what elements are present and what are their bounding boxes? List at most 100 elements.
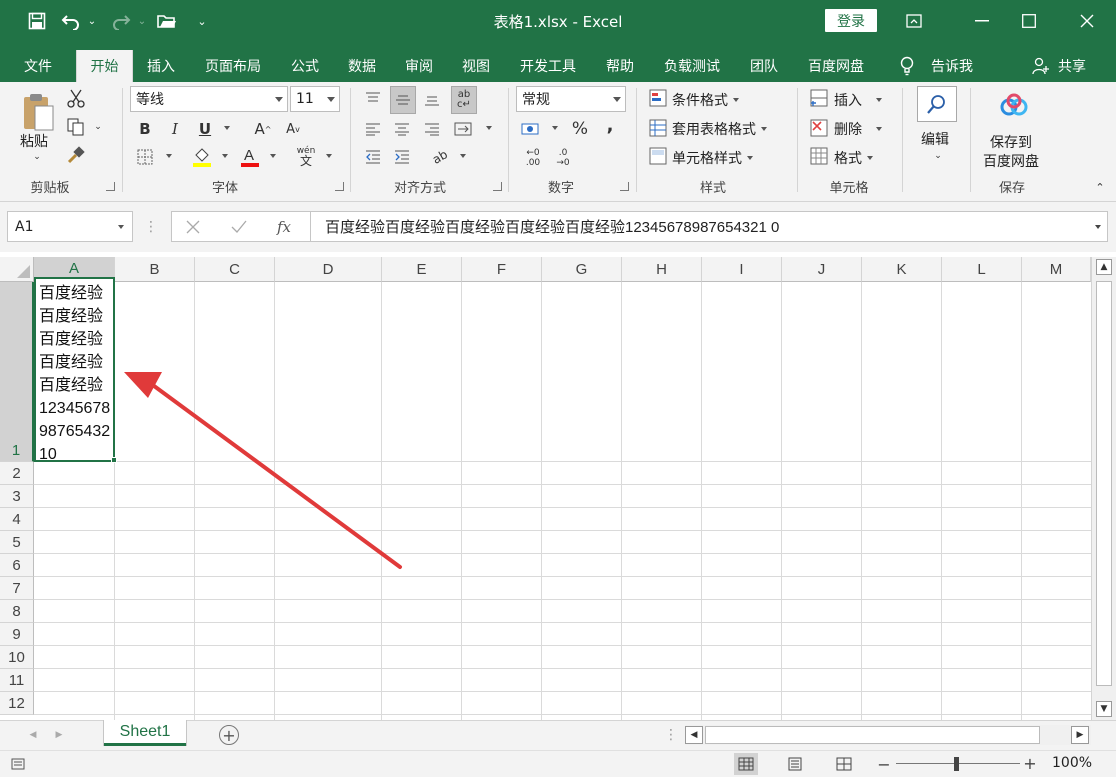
worksheet-grid[interactable]: A B C D E F G H I J K L M 1 2 3 4 5 6 7 … [0, 252, 1116, 720]
collapse-ribbon-icon[interactable]: ⌃ [1092, 180, 1108, 194]
font-launcher-icon[interactable] [335, 182, 344, 191]
horizontal-scrollbar[interactable]: ◀ ▶ [685, 725, 1091, 745]
align-center-icon[interactable] [390, 118, 414, 140]
scroll-down-icon[interactable]: ▼ [1096, 701, 1112, 717]
copy-dropdown-icon[interactable]: ⌄ [92, 122, 104, 132]
delete-cells-icon[interactable] [808, 118, 830, 138]
tab-data[interactable]: 数据 [338, 50, 386, 82]
paste-icon[interactable] [18, 90, 58, 134]
next-sheet-icon[interactable]: ▶ [52, 728, 66, 742]
prev-sheet-icon[interactable]: ◀ [26, 728, 40, 742]
merge-center-icon[interactable] [451, 118, 475, 140]
wrap-text-icon[interactable]: ab c↵ [451, 86, 477, 114]
cancel-entry-icon[interactable] [182, 217, 204, 237]
tab-developer[interactable]: 开发工具 [511, 50, 585, 82]
tab-formulas[interactable]: 公式 [281, 50, 329, 82]
align-left-icon[interactable] [361, 118, 385, 140]
orientation-icon[interactable]: ab [424, 141, 456, 172]
increase-decimal-icon[interactable]: ←0.00 [520, 146, 546, 170]
tab-load-test[interactable]: 负载测试 [654, 50, 730, 82]
column-header-k[interactable]: K [862, 257, 942, 282]
paste-dropdown-icon[interactable]: ⌄ [30, 152, 44, 162]
zoom-level[interactable]: 100% [1052, 755, 1092, 771]
orientation-dropdown-icon[interactable] [454, 150, 466, 162]
font-size-select[interactable]: 11 [290, 86, 340, 112]
conditional-format-button[interactable]: 条件格式 [672, 90, 739, 110]
format-painter-icon[interactable] [64, 144, 88, 166]
scroll-right-icon[interactable]: ▶ [1071, 726, 1089, 744]
tell-me-search[interactable]: 告诉我 [924, 50, 980, 82]
tab-insert[interactable]: 插入 [137, 50, 185, 82]
fill-handle[interactable] [111, 457, 117, 463]
normal-view-icon[interactable] [734, 753, 758, 775]
align-right-icon[interactable] [420, 118, 444, 140]
alignment-launcher-icon[interactable] [493, 182, 502, 191]
redo-dropdown-icon[interactable]: ⌄ [136, 8, 148, 34]
tab-area-options-icon[interactable]: ⋮ [664, 727, 678, 743]
page-break-view-icon[interactable] [832, 753, 856, 775]
column-header-d[interactable]: D [275, 257, 382, 282]
save-icon[interactable] [24, 8, 50, 34]
underline-dropdown-icon[interactable] [218, 122, 230, 134]
vertical-scrollbar[interactable]: ▲ ▼ [1091, 257, 1116, 720]
column-header-i[interactable]: I [702, 257, 782, 282]
increase-font-icon[interactable]: A ^ [252, 118, 274, 140]
row-header-10[interactable]: 10 [0, 646, 34, 669]
row-header-3[interactable]: 3 [0, 485, 34, 508]
row-header-7[interactable]: 7 [0, 577, 34, 600]
search-icon[interactable] [917, 86, 957, 122]
decrease-indent-icon[interactable] [361, 146, 385, 168]
column-header-e[interactable]: E [382, 257, 462, 282]
column-header-m[interactable]: M [1022, 257, 1091, 282]
redo-icon[interactable] [108, 8, 134, 34]
tab-help[interactable]: 帮助 [596, 50, 644, 82]
fill-color-dropdown-icon[interactable] [216, 150, 228, 162]
bold-button[interactable]: B [134, 118, 156, 140]
borders-dropdown-icon[interactable] [160, 150, 172, 162]
align-bottom-icon[interactable] [420, 86, 444, 112]
tab-baidu-netdisk[interactable]: 百度网盘 [798, 50, 874, 82]
page-layout-view-icon[interactable] [783, 753, 807, 775]
tab-file[interactable]: 文件 [14, 50, 62, 82]
customize-qat-icon[interactable]: ⌄ [195, 8, 209, 34]
save-to-netdisk-label-1[interactable]: 保存到 [990, 132, 1032, 152]
share-button[interactable]: 共享 [1052, 50, 1092, 82]
zoom-out-icon[interactable]: − [876, 755, 892, 774]
borders-icon[interactable] [134, 146, 156, 168]
baidu-netdisk-icon[interactable] [997, 92, 1031, 120]
align-top-icon[interactable] [361, 86, 385, 112]
insert-function-icon[interactable]: fx [272, 216, 296, 238]
decrease-decimal-icon[interactable]: .0 →0 [550, 146, 576, 170]
font-color-icon[interactable]: A [238, 144, 262, 168]
increase-indent-icon[interactable] [390, 146, 414, 168]
close-icon[interactable] [1064, 0, 1110, 42]
cell-a1[interactable]: 百度经验 百度经验 百度经验 百度经验 百度经验 12345678 987654… [34, 277, 115, 463]
share-icon[interactable] [1030, 50, 1052, 82]
insert-cells-button[interactable]: 插入 [834, 90, 882, 110]
decrease-font-icon[interactable]: Av [282, 118, 304, 140]
accounting-dropdown-icon[interactable] [546, 122, 558, 134]
open-folder-icon[interactable] [154, 8, 180, 34]
number-format-select[interactable]: 常规 [516, 86, 626, 112]
format-cells-icon[interactable] [808, 146, 830, 166]
scroll-left-icon[interactable]: ◀ [685, 726, 703, 744]
column-header-l[interactable]: L [942, 257, 1022, 282]
cut-icon[interactable] [64, 88, 88, 110]
tab-review[interactable]: 审阅 [395, 50, 443, 82]
horizontal-scroll-thumb[interactable] [705, 726, 1040, 744]
sheet-tab-sheet1[interactable]: Sheet1 [104, 720, 186, 746]
insert-cells-icon[interactable] [808, 88, 830, 108]
lightbulb-icon[interactable] [893, 50, 921, 82]
scroll-up-icon[interactable]: ▲ [1096, 259, 1112, 275]
clipboard-launcher-icon[interactable] [106, 182, 115, 191]
row-header-4[interactable]: 4 [0, 508, 34, 531]
column-header-b[interactable]: B [115, 257, 195, 282]
format-cells-button[interactable]: 格式 [834, 148, 873, 168]
column-header-f[interactable]: F [462, 257, 542, 282]
macro-record-icon[interactable] [10, 756, 26, 772]
paste-label[interactable]: 粘贴 [20, 131, 48, 151]
accounting-format-icon[interactable] [518, 118, 544, 140]
zoom-in-icon[interactable]: + [1022, 754, 1038, 773]
column-header-c[interactable]: C [195, 257, 275, 282]
row-header-12[interactable]: 12 [0, 692, 34, 715]
